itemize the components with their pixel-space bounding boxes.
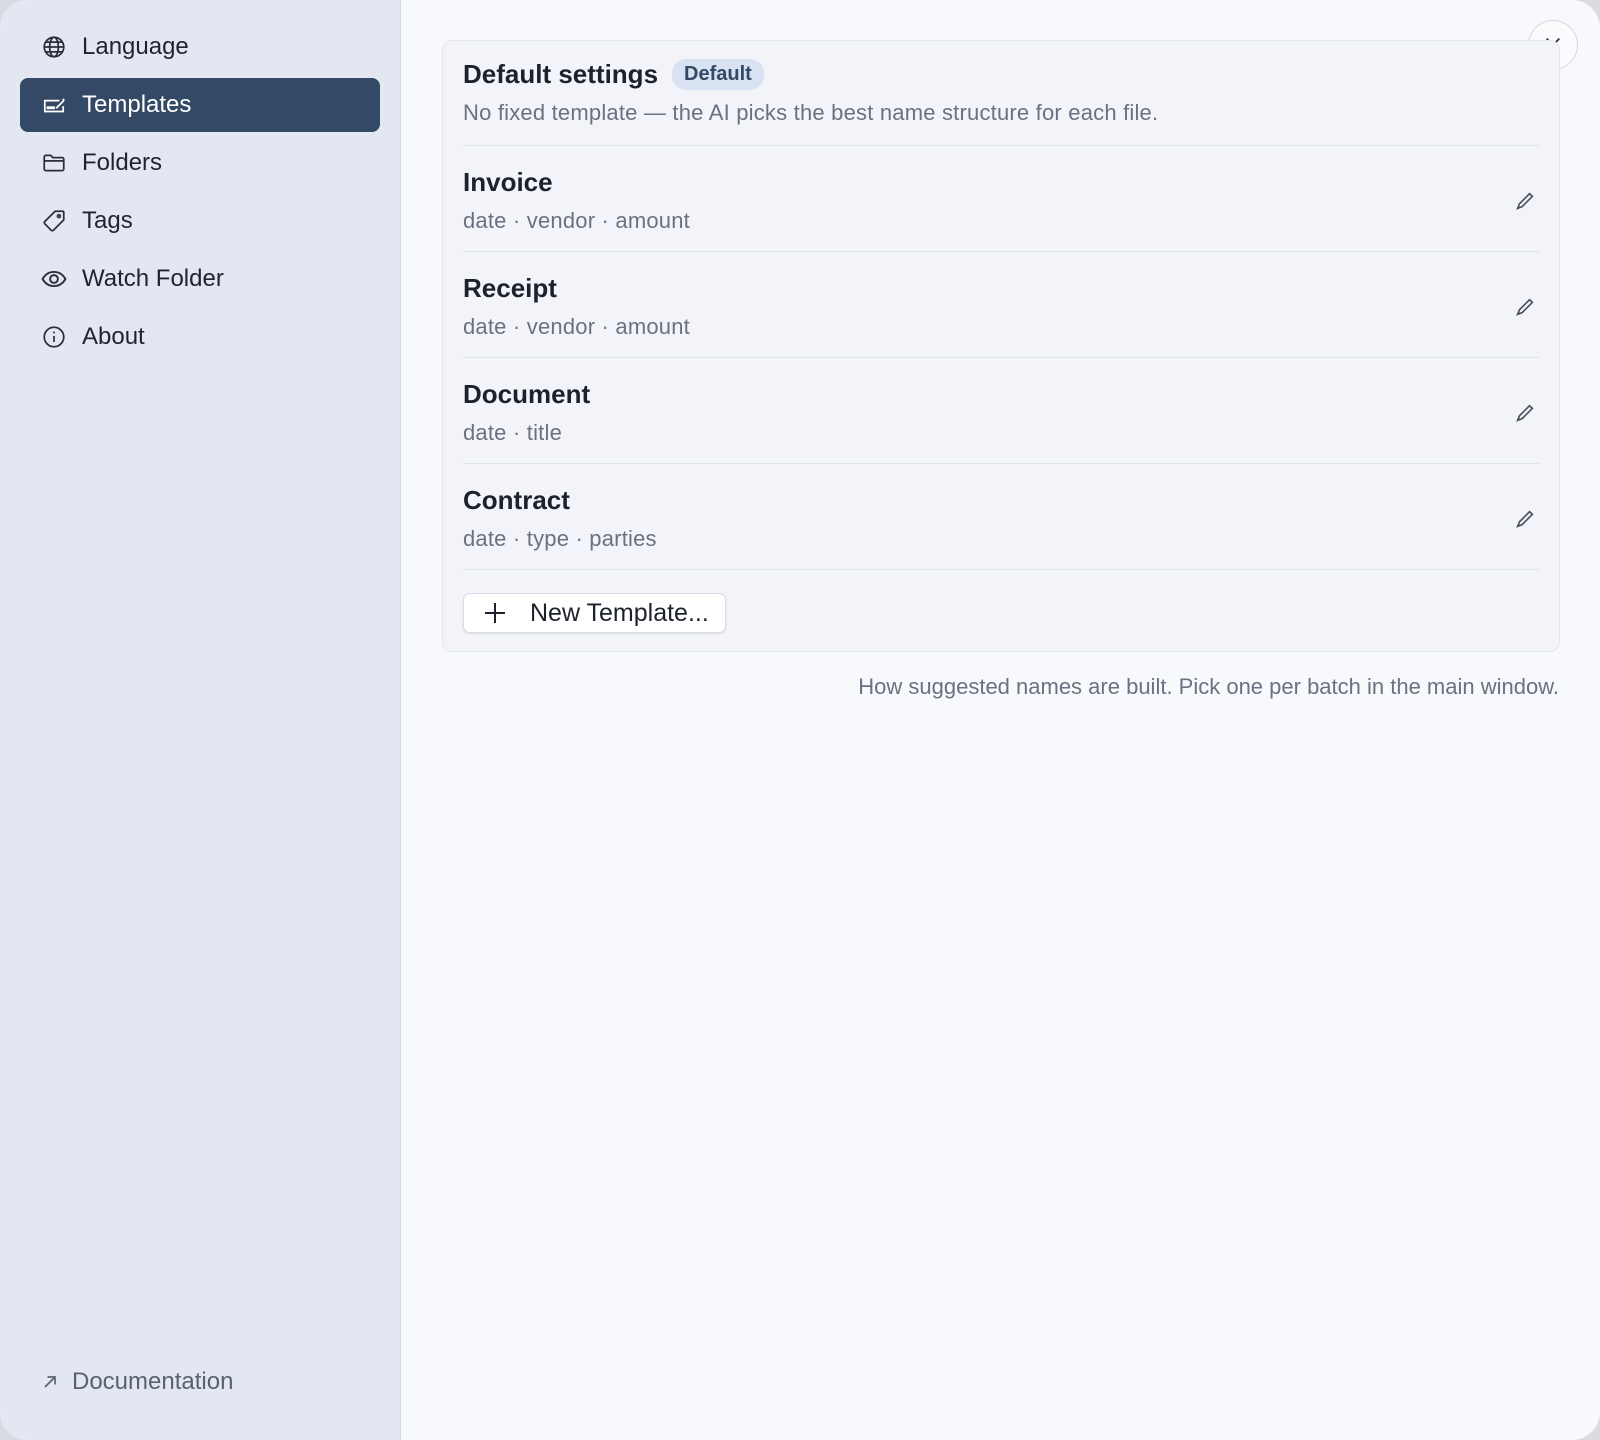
default-settings-title-line: Default settings Default [463, 59, 1539, 90]
info-icon [38, 321, 70, 353]
sidebar: Language Templates Folders Tags Watch Fo… [0, 0, 401, 1440]
sidebar-item-language[interactable]: Language [20, 20, 380, 74]
new-template-label: New Template... [530, 598, 709, 627]
sidebar-item-label: Templates [82, 91, 192, 118]
template-name: Contract [463, 485, 570, 515]
sidebar-item-label: About [82, 323, 145, 350]
sidebar-nav: Language Templates Folders Tags Watch Fo… [20, 20, 380, 368]
sidebar-item-templates[interactable]: Templates [20, 78, 380, 132]
globe-icon [38, 31, 70, 63]
default-badge: Default [672, 59, 764, 90]
edit-template-button[interactable] [1511, 505, 1539, 533]
sidebar-item-watch-folder[interactable]: Watch Folder [20, 252, 380, 306]
default-settings-description: No fixed template — the AI picks the bes… [463, 100, 1159, 125]
pencil-icon [1516, 192, 1534, 210]
arrow-up-right-icon [38, 1370, 62, 1394]
sidebar-item-tags[interactable]: Tags [20, 194, 380, 248]
documentation-link[interactable]: Documentation [38, 1368, 233, 1396]
pencil-icon [1516, 510, 1534, 528]
template-name: Receipt [463, 273, 557, 303]
documentation-label: Documentation [72, 1368, 234, 1395]
template-fields: date · type · parties [463, 526, 657, 551]
template-name: Document [463, 379, 591, 409]
settings-window: Language Templates Folders Tags Watch Fo… [0, 0, 1600, 1440]
template-icon [38, 89, 70, 121]
sidebar-item-label: Watch Folder [82, 265, 224, 292]
pencil-icon [1516, 298, 1534, 316]
default-settings-title: Default settings [463, 59, 659, 89]
edit-template-button[interactable] [1511, 293, 1539, 321]
default-settings-row[interactable]: Default settings Default No fixed templa… [463, 59, 1539, 146]
eye-icon [38, 263, 70, 295]
sidebar-item-about[interactable]: About [20, 310, 380, 364]
templates-card: Default settings Default No fixed templa… [442, 40, 1560, 652]
edit-template-button[interactable] [1511, 399, 1539, 427]
edit-template-button[interactable] [1511, 187, 1539, 215]
template-row-invoice[interactable]: Invoice date · vendor · amount [463, 167, 1539, 252]
templates-footnote: How suggested names are built. Pick one … [858, 674, 1559, 699]
plus-icon [482, 600, 508, 626]
template-name: Invoice [463, 167, 553, 197]
sidebar-item-label: Tags [82, 207, 133, 234]
template-row-contract[interactable]: Contract date · type · parties [463, 485, 1539, 570]
template-row-document[interactable]: Document date · title [463, 379, 1539, 464]
template-fields: date · vendor · amount [463, 314, 690, 339]
new-template-button[interactable]: New Template... [463, 593, 726, 633]
sidebar-item-folders[interactable]: Folders [20, 136, 380, 190]
template-fields: date · vendor · amount [463, 208, 690, 233]
template-fields: date · title [463, 420, 563, 445]
main-content: Default settings Default No fixed templa… [401, 0, 1600, 1440]
tag-icon [38, 205, 70, 237]
sidebar-item-label: Language [82, 33, 189, 60]
pencil-icon [1516, 404, 1534, 422]
template-row-receipt[interactable]: Receipt date · vendor · amount [463, 273, 1539, 358]
sidebar-item-label: Folders [82, 149, 163, 176]
folder-icon [38, 147, 70, 179]
